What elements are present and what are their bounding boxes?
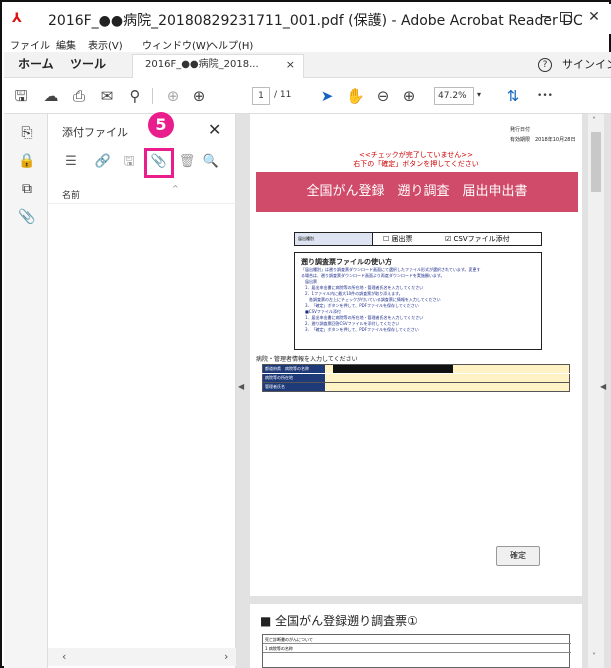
tab-tools[interactable]: ツール bbox=[70, 54, 106, 74]
delete-attachment-icon[interactable]: 🗑 bbox=[178, 153, 196, 171]
tab-document[interactable]: 2016F_●●病院_2018... × bbox=[132, 54, 304, 78]
howto-line: 3．「確定」ボタンを押して、PDFファイルを保存してください bbox=[301, 327, 419, 332]
viewer-vscrollbar[interactable]: ˄ ˅ bbox=[588, 114, 604, 668]
zoom-in-icon[interactable]: ⊕ bbox=[400, 87, 418, 105]
attachments-toolbar: ☰ 🔗 🖫 📎 🗑 🔍 bbox=[48, 148, 236, 176]
page-total: / 11 bbox=[274, 90, 292, 100]
table-row: 1 病院等の名称 bbox=[263, 644, 571, 653]
survey-table: 死亡診断書のがんについて 1 病院等の名称 bbox=[262, 634, 571, 668]
table-row: 病院等の所在地 bbox=[262, 374, 570, 383]
step-badge: 5 bbox=[148, 112, 174, 138]
lock-icon[interactable]: 🔒 bbox=[18, 152, 36, 170]
scroll-down-icon[interactable]: ˅ bbox=[592, 652, 596, 661]
warning-line-2: 右下の「確定」ボタンを押してください bbox=[353, 160, 479, 168]
page-up-icon[interactable]: ⊕ bbox=[164, 87, 182, 105]
page-thumbnails-icon[interactable]: ⎘ bbox=[18, 124, 36, 142]
issue-date-label: 発行日付 bbox=[510, 127, 531, 133]
howto-box: 遡り調査票ファイルの使い方 「届出種別」は遡り調査票ダウンロード画面にて選択した… bbox=[294, 252, 542, 350]
save-icon[interactable]: 🖫 bbox=[12, 87, 30, 105]
pdf-page-1: 発行日付 有効期限 2018年10月28日 <<チェックが完了していません>> … bbox=[250, 114, 582, 596]
attachments-column-header[interactable]: 名前 ^ bbox=[48, 184, 236, 204]
table-row: 都道府県 病院等の名称 bbox=[262, 364, 570, 373]
zoom-out-icon[interactable]: ⊖ bbox=[374, 87, 392, 105]
search-attachment-icon[interactable]: 🔍 bbox=[202, 153, 220, 171]
save-attachment-icon[interactable]: 🖫 bbox=[120, 153, 138, 171]
paper-checkbox[interactable]: ☐ 届出票 bbox=[383, 234, 413, 244]
tab-document-label: 2016F_●●病院_2018... bbox=[145, 59, 259, 70]
manager-name-label: 管理者氏名 bbox=[263, 383, 325, 391]
tab-home[interactable]: ホーム bbox=[18, 54, 54, 74]
scroll-up-icon[interactable]: ˄ bbox=[592, 116, 596, 125]
close-window-button[interactable]: ✕ bbox=[584, 6, 604, 28]
confirm-button[interactable]: 確定 bbox=[496, 546, 540, 566]
attachment-icon[interactable]: 📎 bbox=[18, 208, 36, 226]
print-icon[interactable]: ⎙ bbox=[70, 87, 88, 105]
collapse-left-icon[interactable]: ◀ bbox=[238, 382, 244, 391]
submission-type-label: 届出種別 bbox=[295, 233, 373, 245]
menu-window[interactable]: ウィンドウ(W) bbox=[142, 37, 210, 52]
acrobat-app-icon: ⅄ bbox=[12, 11, 22, 26]
expiry-date: 有効期限 2018年10月28日 bbox=[510, 137, 576, 143]
menu-help[interactable]: ヘルプ(H) bbox=[208, 37, 253, 52]
pages-icon[interactable]: ⧉ bbox=[18, 180, 36, 198]
survey-title: ■ 全国がん登録遡り調査票① bbox=[260, 614, 418, 628]
submission-type-box: 届出種別 ☐ 届出票 ☑ CSVファイル添付 bbox=[294, 232, 542, 246]
navigation-rail: ⎘ 🔒 ⧉ 📎 bbox=[4, 114, 48, 668]
maximize-button[interactable] bbox=[560, 12, 572, 22]
table-row: 死亡診断書のがんについて bbox=[263, 635, 571, 644]
sort-caret-icon: ^ bbox=[172, 184, 179, 193]
hand-tool-icon[interactable]: ✋ bbox=[346, 87, 365, 105]
collapse-right-icon[interactable]: ◀ bbox=[600, 382, 606, 391]
tab-close-button[interactable]: × bbox=[286, 55, 295, 75]
toolbar-divider bbox=[152, 88, 153, 104]
open-attachment-icon[interactable]: 🔗 bbox=[94, 153, 112, 171]
add-attachment-highlight bbox=[144, 148, 174, 178]
more-tools-button[interactable]: ••• bbox=[536, 87, 554, 105]
signin-link[interactable]: サインイン bbox=[562, 56, 611, 72]
pdf-page-2: ■ 全国がん登録遡り調査票① 死亡診断書のがんについて 1 病院等の名称 bbox=[250, 604, 582, 668]
hospital-section-title: 病院・管理者情報を入力してください bbox=[256, 356, 358, 363]
menu-bar: ファイル 編集 表示(V) ウィンドウ(W) ヘルプ(H) bbox=[4, 34, 611, 52]
zoom-dropdown[interactable]: ▾ bbox=[477, 90, 481, 99]
address-label: 病院等の所在地 bbox=[263, 374, 325, 382]
main-toolbar: 🖫 ☁ ⎙ ✉ ⚲ ⊕ ⊕ 1 / 11 ➤ ✋ ⊖ ⊕ 47.2% ▾ ⇅ •… bbox=[4, 78, 611, 114]
select-cursor-icon[interactable]: ➤ bbox=[318, 87, 336, 105]
help-icon[interactable]: ? bbox=[538, 58, 552, 72]
menu-file[interactable]: ファイル bbox=[10, 37, 50, 52]
howto-title: 遡り調査票ファイルの使い方 bbox=[301, 258, 392, 266]
hospital-name-label: 都道府県 病院等の名称 bbox=[263, 365, 325, 373]
address-field[interactable] bbox=[325, 374, 569, 382]
acrobat-window: ⅄ 2016F_●●病院_20180829231711_001.pdf (保護)… bbox=[0, 0, 611, 668]
email-icon[interactable]: ✉ bbox=[98, 87, 116, 105]
scroll-thumb[interactable] bbox=[591, 132, 601, 192]
attachments-title: 添付ファイル bbox=[62, 126, 128, 139]
table-row: 管理者氏名 bbox=[262, 383, 570, 392]
page-number-input[interactable]: 1 bbox=[252, 87, 270, 105]
redacted-block bbox=[333, 365, 453, 373]
options-menu-icon[interactable]: ☰ bbox=[62, 153, 80, 171]
fit-page-icon[interactable]: ⇅ bbox=[504, 87, 522, 105]
minimize-button[interactable]: − bbox=[536, 6, 556, 28]
attachments-close-button[interactable]: ✕ bbox=[208, 120, 221, 139]
menu-edit[interactable]: 編集 bbox=[56, 37, 76, 52]
hospital-info-table: 都道府県 病院等の名称 病院等の所在地 管理者氏名 bbox=[262, 364, 570, 400]
column-name-label: 名前 bbox=[62, 191, 81, 201]
tab-bar: ホーム ツール 2016F_●●病院_2018... × ? サインイン bbox=[4, 52, 611, 78]
menu-view[interactable]: 表示(V) bbox=[88, 37, 123, 52]
attachments-panel: 添付ファイル ✕ 5 ☰ 🔗 🖫 📎 🗑 🔍 名前 ^ ‹ › bbox=[48, 112, 236, 668]
upload-cloud-icon[interactable]: ☁ bbox=[42, 87, 60, 105]
window-title: 2016F_●●病院_20180829231711_001.pdf (保護) -… bbox=[48, 13, 583, 29]
zoom-level-field[interactable]: 47.2% bbox=[434, 87, 474, 105]
search-icon[interactable]: ⚲ bbox=[126, 87, 144, 105]
manager-name-field[interactable] bbox=[325, 383, 569, 391]
form-title-banner: 全国がん登録 遡り調査 届出申出書 bbox=[256, 172, 578, 212]
scroll-left-icon[interactable]: ‹ bbox=[62, 650, 66, 663]
csv-checkbox[interactable]: ☑ CSVファイル添付 bbox=[445, 234, 510, 244]
attachments-hscrollbar[interactable]: ‹ › bbox=[48, 648, 236, 666]
page-down-icon[interactable]: ⊕ bbox=[190, 87, 208, 105]
title-bar: ⅄ 2016F_●●病院_20180829231711_001.pdf (保護)… bbox=[4, 4, 611, 34]
scroll-right-icon[interactable]: › bbox=[224, 650, 228, 663]
